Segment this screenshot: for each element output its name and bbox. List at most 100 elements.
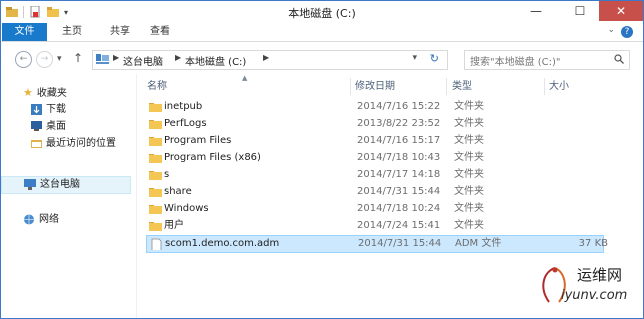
tab-home[interactable]: 主页 <box>56 23 88 41</box>
minimize-button[interactable]: — <box>523 1 549 21</box>
folder-icon <box>149 137 162 146</box>
computer-icon <box>96 54 109 64</box>
tab-view[interactable]: 查看 <box>144 23 176 41</box>
file-date: 2014/7/17 14:18 <box>357 169 441 180</box>
ribbon-tabs: 文件 主页 共享 查看 ⌄ ? <box>1 23 643 42</box>
sidebar-label: 网络 <box>39 214 59 225</box>
file-name: Program Files <box>164 135 232 146</box>
file-date: 2013/8/22 23:52 <box>357 118 441 129</box>
explorer-window: ▾ 本地磁盘 (C:) — ☐ ✕ 文件 主页 共享 查看 ⌄ ? ← → ▾ … <box>0 0 644 319</box>
file-name: 用户 <box>164 220 184 231</box>
computer-icon <box>24 178 36 190</box>
file-date: 2014/7/16 15:17 <box>357 135 441 146</box>
file-type: 文件夹 <box>454 220 484 231</box>
help-icon[interactable]: ? <box>621 26 633 38</box>
sidebar-item-network[interactable]: 网络 <box>23 212 59 228</box>
file-row-selected[interactable]: scom1.demo.com.adm 2014/7/31 15:44 ADM 文件 3… <box>146 235 608 253</box>
network-icon <box>24 214 34 224</box>
folder-icon <box>149 188 162 197</box>
file-date: 2014/7/18 10:24 <box>357 203 441 214</box>
table-row[interactable]: Windows 2014/7/18 10:24 文件夹 <box>141 201 641 217</box>
recent-locations-dropdown[interactable]: ▾ <box>57 54 62 64</box>
file-type: 文件夹 <box>454 203 484 214</box>
back-button[interactable]: ← <box>15 51 32 68</box>
column-divider[interactable] <box>446 78 447 95</box>
table-row[interactable]: Program Files 2014/7/16 15:17 文件夹 <box>141 133 641 149</box>
file-size: 37 KB <box>578 238 608 249</box>
sort-ascending-icon: ▲ <box>242 74 248 82</box>
search-icon[interactable] <box>614 54 624 64</box>
address-history-dropdown[interactable]: ▾ <box>412 53 417 63</box>
file-date: 2014/7/24 15:41 <box>357 220 441 231</box>
search-input[interactable]: 搜索"本地磁盘 (C:)" <box>470 53 561 68</box>
close-button[interactable]: ✕ <box>599 1 643 21</box>
tab-share[interactable]: 共享 <box>104 23 136 41</box>
desktop-icon <box>31 121 42 131</box>
file-type: 文件夹 <box>454 152 484 163</box>
sidebar-item-downloads[interactable]: 下载 <box>31 102 66 118</box>
sidebar-label: 下载 <box>46 104 66 115</box>
address-bar[interactable]: ▶ 这台电脑 ▶ 本地磁盘 (C:) ▶ ▾ ↻ <box>92 50 448 70</box>
folder-icon <box>149 205 162 214</box>
breadcrumb-chevron-icon[interactable]: ▶ <box>113 53 119 62</box>
column-header-name[interactable]: 名称 <box>147 78 167 95</box>
sidebar-item-desktop[interactable]: 桌面 <box>31 119 66 135</box>
breadcrumb-local-disk[interactable]: 本地磁盘 (C:) <box>185 53 246 68</box>
file-name: s <box>164 169 170 180</box>
file-name: share <box>164 186 192 197</box>
file-type: 文件夹 <box>454 169 484 180</box>
table-row[interactable]: Program Files (x86) 2014/7/18 10:43 文件夹 <box>141 150 641 166</box>
watermark-domain: iyunv.com <box>561 288 628 303</box>
forward-button[interactable]: → <box>36 51 53 68</box>
table-row[interactable]: s 2014/7/17 14:18 文件夹 <box>141 167 641 183</box>
table-row[interactable]: 用户 2014/7/24 15:41 文件夹 <box>141 218 641 234</box>
search-box[interactable]: 搜索"本地磁盘 (C:)" <box>464 50 630 70</box>
refresh-icon[interactable]: ↻ <box>430 52 439 65</box>
folder-icon <box>149 120 162 129</box>
sidebar-item-favorites[interactable]: ★ 收藏夹 <box>23 85 67 101</box>
column-divider[interactable] <box>544 78 545 95</box>
file-type: 文件夹 <box>454 135 484 146</box>
file-date: 2014/7/18 10:43 <box>357 152 441 163</box>
file-icon <box>151 238 162 250</box>
sidebar-label: 这台电脑 <box>40 179 80 190</box>
watermark-title: 运维网 <box>577 266 623 284</box>
sidebar-item-recent[interactable]: 最近访问的位置 <box>31 136 116 152</box>
sidebar-label: 最近访问的位置 <box>46 138 116 149</box>
breadcrumb-chevron-icon[interactable]: ▶ <box>263 53 269 62</box>
sidebar-item-this-pc[interactable]: 这台电脑 <box>1 176 131 194</box>
pane-divider[interactable] <box>136 74 137 318</box>
tab-file[interactable]: 文件 <box>2 23 47 41</box>
navigation-pane: ★ 收藏夹 下载 桌面 最近访问的位置 这台电脑 网络 <box>1 74 136 318</box>
file-date: 2014/7/16 15:22 <box>357 101 441 112</box>
column-header-type[interactable]: 类型 <box>452 78 472 95</box>
file-date: 2014/7/31 15:44 <box>358 238 442 249</box>
column-header-date[interactable]: 修改日期 <box>355 78 395 95</box>
table-row[interactable]: inetpub 2014/7/16 15:22 文件夹 <box>141 99 641 115</box>
folder-icon <box>149 103 162 112</box>
file-type: 文件夹 <box>454 101 484 112</box>
file-name: Windows <box>164 203 209 214</box>
navigation-bar: ← → ▾ ↑ ▶ 这台电脑 ▶ 本地磁盘 (C:) ▶ ▾ ↻ 搜索"本地磁盘… <box>1 42 643 74</box>
file-name: Program Files (x86) <box>164 152 261 163</box>
column-header-size[interactable]: 大小 <box>549 78 569 95</box>
file-name: inetpub <box>164 101 203 112</box>
watermark-logo: 运维网 iyunv.com <box>537 262 637 312</box>
file-type: ADM 文件 <box>455 238 502 249</box>
column-divider[interactable] <box>350 78 351 95</box>
ribbon-expand-icon[interactable]: ⌄ <box>607 25 615 35</box>
up-button[interactable]: ↑ <box>73 51 83 65</box>
star-icon: ★ <box>23 86 33 99</box>
file-name: PerfLogs <box>164 118 207 129</box>
table-row[interactable]: PerfLogs 2013/8/22 23:52 文件夹 <box>141 116 641 132</box>
recent-places-icon <box>31 139 42 148</box>
table-row[interactable]: share 2014/7/31 15:44 文件夹 <box>141 184 641 200</box>
folder-icon <box>149 171 162 180</box>
file-name: scom1.demo.com.adm <box>165 238 280 249</box>
maximize-button[interactable]: ☐ <box>567 1 593 21</box>
title-bar: ▾ 本地磁盘 (C:) — ☐ ✕ <box>1 1 643 23</box>
breadcrumb-chevron-icon[interactable]: ▶ <box>175 53 181 62</box>
folder-icon <box>149 154 162 163</box>
sidebar-label: 收藏夹 <box>36 88 67 99</box>
breadcrumb-this-pc[interactable]: 这台电脑 <box>123 53 163 68</box>
